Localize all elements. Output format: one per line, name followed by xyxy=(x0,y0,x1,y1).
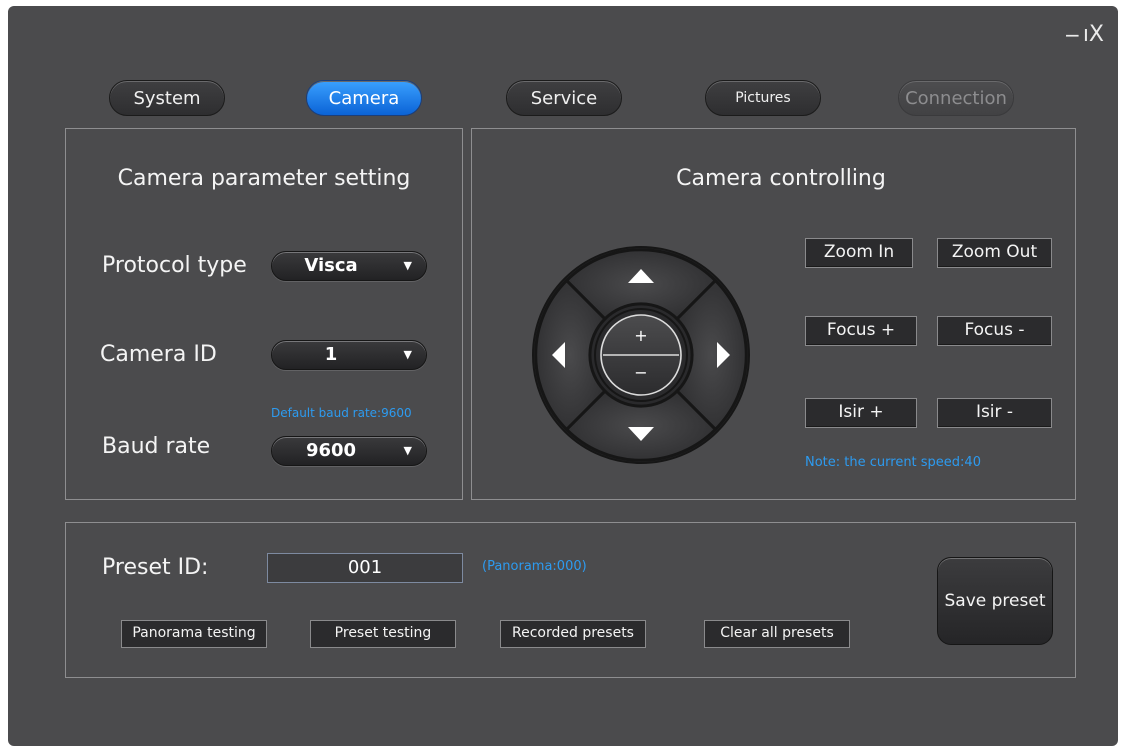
isir-plus-button[interactable]: Isir + xyxy=(805,398,917,428)
baud-rate-value: 9600 xyxy=(305,440,357,461)
camera-id-label: Camera ID xyxy=(100,342,217,367)
baud-rate-label: Baud rate xyxy=(102,434,211,459)
panorama-testing-button[interactable]: Panorama testing xyxy=(121,620,267,648)
baud-rate-hint: Default baud rate:9600 xyxy=(271,406,412,420)
protocol-type-label: Protocol type xyxy=(102,253,247,278)
preset-panel xyxy=(65,522,1076,678)
camera-parameter-title: Camera parameter setting xyxy=(117,166,411,191)
ptz-dpad: + − xyxy=(532,246,750,464)
baud-rate-select[interactable]: 9600 ▼ xyxy=(271,436,427,466)
preset-testing-button[interactable]: Preset testing xyxy=(310,620,456,648)
isir-minus-button[interactable]: Isir - xyxy=(937,398,1052,428)
clear-all-presets-button[interactable]: Clear all presets xyxy=(704,620,850,648)
camera-control-title: Camera controlling xyxy=(676,166,886,191)
window-controls: − ıX xyxy=(1064,24,1104,47)
preset-id-input[interactable]: 001 xyxy=(267,553,463,583)
tab-system[interactable]: System xyxy=(109,80,225,116)
recorded-presets-button[interactable]: Recorded presets xyxy=(500,620,646,648)
plus-icon: + xyxy=(634,326,647,345)
minus-icon: − xyxy=(634,363,647,382)
focus-minus-button[interactable]: Focus - xyxy=(937,316,1052,346)
app-window: − ıX System Camera Service Pictures Conn… xyxy=(8,6,1118,746)
chevron-down-icon: ▼ xyxy=(403,259,412,272)
tab-service[interactable]: Service xyxy=(506,80,622,116)
camera-id-select[interactable]: 1 ▼ xyxy=(271,340,427,370)
chevron-down-icon: ▼ xyxy=(403,348,412,361)
save-preset-button[interactable]: Save preset xyxy=(937,557,1053,645)
minimize-button[interactable]: − xyxy=(1064,24,1081,46)
close-button[interactable]: ıX xyxy=(1083,24,1104,46)
preset-id-label: Preset ID: xyxy=(102,555,209,580)
chevron-down-icon: ▼ xyxy=(403,444,412,457)
protocol-type-value: Visca xyxy=(304,255,358,276)
tab-camera[interactable]: Camera xyxy=(306,80,422,116)
tab-connection[interactable]: Connection xyxy=(898,80,1014,116)
zoom-in-button[interactable]: Zoom In xyxy=(805,238,913,268)
focus-plus-button[interactable]: Focus + xyxy=(805,316,917,346)
protocol-type-select[interactable]: Visca ▼ xyxy=(271,251,427,281)
speed-note: Note: the current speed:40 xyxy=(805,455,981,470)
tab-pictures[interactable]: Pictures xyxy=(705,80,821,116)
zoom-out-button[interactable]: Zoom Out xyxy=(937,238,1052,268)
panorama-hint: (Panorama:000) xyxy=(482,559,587,574)
camera-id-value: 1 xyxy=(324,344,338,365)
